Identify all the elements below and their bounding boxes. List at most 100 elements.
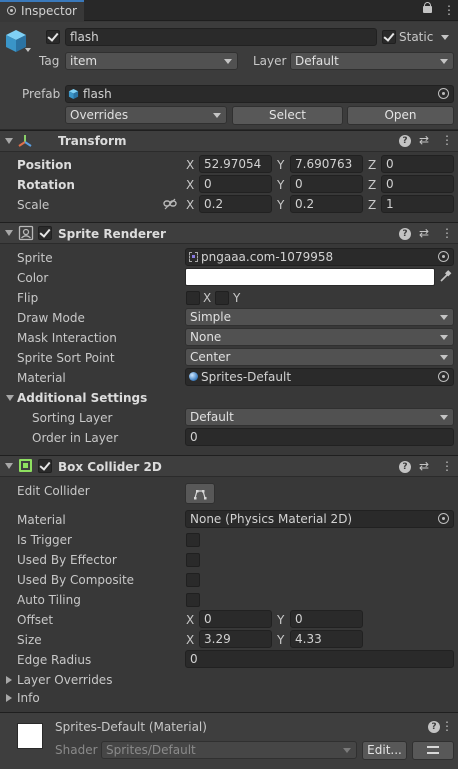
layer-dropdown[interactable]: Default (290, 52, 454, 70)
material-footer-title: Sprites-Default (Material) (55, 720, 207, 734)
edit-collider-icon (194, 490, 207, 500)
icon-dropdown-arrow[interactable] (25, 48, 31, 52)
eyedropper-icon[interactable] (439, 270, 452, 283)
additional-settings-foldout-arrow[interactable] (6, 395, 14, 401)
bc-material-field[interactable]: None (Physics Material 2D) (185, 510, 454, 528)
layer-label: Layer (253, 54, 287, 68)
sr-material-field[interactable]: Sprites-Default (185, 368, 454, 386)
shader-options-button[interactable] (412, 741, 454, 760)
tab-menu-icon[interactable]: ⋮ (443, 3, 455, 17)
sprite-label: Sprite (17, 251, 53, 265)
sprite-picker-icon[interactable] (438, 251, 449, 262)
sprite-renderer-menu-icon[interactable]: ⋮ (441, 226, 453, 240)
tag-value: item (70, 54, 98, 68)
order-in-layer-field[interactable]: 0 (185, 428, 454, 446)
static-checkbox[interactable] (382, 30, 396, 44)
sorting-layer-value: Default (190, 410, 234, 424)
sr-material-label: Material (17, 371, 66, 385)
sorting-layer-dropdown[interactable]: Default (185, 408, 454, 426)
size-y-field[interactable]: 4.33 (290, 630, 363, 648)
mask-interaction-label: Mask Interaction (17, 331, 117, 345)
scale-y-field[interactable]: 0.2 (290, 195, 363, 213)
position-z-field[interactable]: 0 (381, 155, 454, 173)
scale-z-field[interactable]: 1 (381, 195, 454, 213)
box-collider-enabled-checkbox[interactable] (38, 459, 52, 473)
edge-radius-field[interactable]: 0 (185, 650, 454, 668)
mask-interaction-dropdown[interactable]: None (185, 328, 454, 346)
box-collider-foldout-arrow[interactable] (5, 463, 13, 469)
sprite-renderer-help-icon[interactable]: ? (399, 228, 411, 240)
order-in-layer-label: Order in Layer (32, 431, 119, 445)
prefab-picker-icon[interactable] (438, 88, 449, 99)
used-by-effector-checkbox[interactable] (186, 553, 200, 567)
sprite-sort-point-dropdown[interactable]: Center (185, 348, 454, 366)
scale-z-axis: Z (368, 198, 377, 212)
info-label[interactable]: Info (17, 690, 40, 706)
prefab-select-button[interactable]: Select (232, 106, 343, 125)
layer-overrides-label[interactable]: Layer Overrides (17, 672, 112, 688)
size-x-field[interactable]: 3.29 (199, 630, 272, 648)
rotation-y-field[interactable]: 0 (290, 175, 363, 193)
layer-overrides-foldout-arrow[interactable] (6, 676, 12, 684)
sprite-renderer-presets-icon[interactable]: ⇄ (419, 226, 429, 240)
transform-menu-icon[interactable]: ⋮ (441, 133, 453, 147)
sr-material-picker-icon[interactable] (438, 371, 449, 382)
flip-label: Flip (17, 291, 39, 305)
info-foldout-arrow[interactable] (6, 694, 12, 702)
color-swatch[interactable] (185, 268, 435, 286)
shader-edit-button[interactable]: Edit... (362, 741, 407, 760)
material-help-icon[interactable]: ? (428, 721, 440, 733)
scale-x-axis: X (186, 198, 195, 212)
prefab-value: flash (83, 87, 112, 101)
object-active-checkbox[interactable] (46, 30, 60, 44)
flip-x-checkbox[interactable] (186, 291, 200, 305)
transform-help-icon[interactable]: ? (399, 135, 411, 147)
box-collider-menu-icon[interactable]: ⋮ (441, 459, 453, 473)
offset-x-axis: X (186, 613, 195, 627)
static-dropdown-arrow[interactable] (441, 35, 449, 40)
used-by-composite-checkbox[interactable] (186, 573, 200, 587)
sprite-renderer-foldout-arrow[interactable] (5, 230, 13, 236)
box-collider-presets-icon[interactable]: ⇄ (419, 459, 429, 473)
is-trigger-label: Is Trigger (17, 533, 72, 547)
material-sphere-icon (189, 372, 198, 381)
scale-x-field[interactable]: 0.2 (199, 195, 272, 213)
sprite-field[interactable]: pngaaa.com-1079958 (185, 248, 454, 266)
position-x-field[interactable]: 52.97054 (199, 155, 272, 173)
offset-x-field[interactable]: 0 (199, 610, 272, 628)
rotation-z-field[interactable]: 0 (381, 175, 454, 193)
offset-y-field[interactable]: 0 (290, 610, 363, 628)
offset-label: Offset (17, 613, 54, 627)
sorting-layer-dropdown-arrow (440, 415, 448, 420)
position-x-axis: X (186, 158, 195, 172)
flip-y-checkbox[interactable] (215, 291, 229, 305)
transform-presets-icon[interactable]: ⇄ (419, 133, 429, 147)
bc-material-label: Material (17, 513, 66, 527)
tag-dropdown[interactable]: item (65, 52, 238, 70)
auto-tiling-checkbox[interactable] (186, 593, 200, 607)
rotation-y-axis: Y (277, 178, 285, 192)
used-by-composite-label: Used By Composite (17, 573, 135, 587)
tag-dropdown-arrow (224, 59, 232, 64)
edit-collider-button[interactable] (185, 483, 215, 504)
prefab-field[interactable]: flash (65, 85, 454, 103)
is-trigger-checkbox[interactable] (186, 533, 200, 547)
offset-y-axis: Y (277, 613, 285, 627)
transform-foldout-arrow[interactable] (5, 138, 13, 144)
size-label: Size (17, 633, 42, 647)
overrides-dropdown[interactable]: Overrides (65, 106, 227, 124)
bc-material-picker-icon[interactable] (438, 513, 449, 524)
box-collider-help-icon[interactable]: ? (399, 461, 411, 473)
flip-y-label: Y (233, 291, 241, 305)
position-y-field[interactable]: 7.690763 (290, 155, 363, 173)
material-menu-icon[interactable]: ⋮ (441, 719, 453, 733)
link-icon[interactable] (163, 198, 177, 210)
shader-dropdown[interactable]: Sprites/Default (101, 741, 357, 759)
additional-settings-label[interactable]: Additional Settings (17, 390, 147, 406)
rotation-x-field[interactable]: 0 (199, 175, 272, 193)
draw-mode-dropdown[interactable]: Simple (185, 308, 454, 326)
material-preview[interactable] (17, 723, 43, 749)
object-name-field[interactable]: flash (65, 28, 377, 46)
prefab-open-button[interactable]: Open (347, 106, 454, 125)
sprite-renderer-enabled-checkbox[interactable] (38, 226, 52, 240)
